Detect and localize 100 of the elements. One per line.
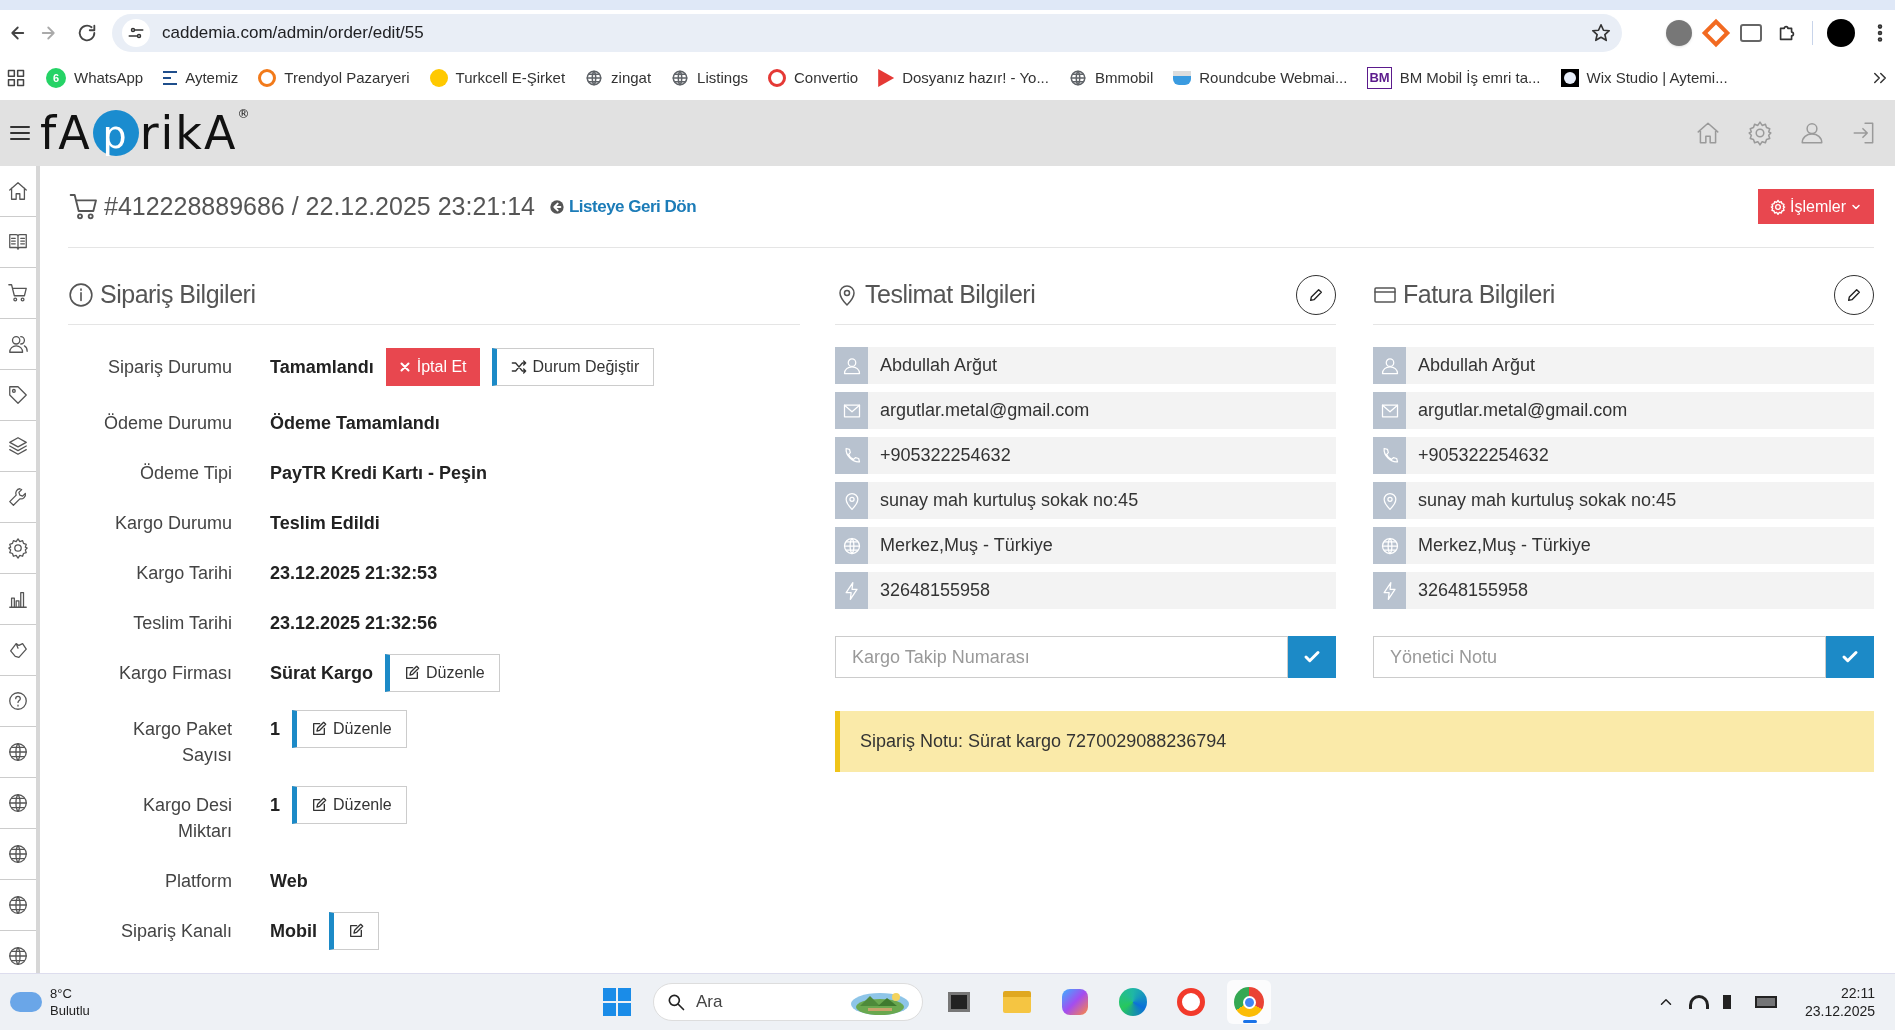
bookmark-link[interactable]: Roundcube Webmai... (1173, 66, 1348, 90)
tag-icon[interactable] (7, 384, 29, 406)
field-label: Ödeme Durumu (102, 412, 232, 435)
bookmark-link[interactable]: zingat (585, 66, 652, 90)
cancel-button[interactable]: İptal Et (385, 348, 480, 386)
cast-icon[interactable] (1740, 24, 1762, 42)
chrome-taskbar-icon[interactable] (1227, 980, 1271, 1024)
book-icon[interactable] (7, 231, 29, 253)
bookmark-link[interactable]: Wix Studio | Aytemi... (1560, 66, 1728, 90)
bookmark-star-icon[interactable] (1590, 22, 1612, 44)
bookmark-link[interactable]: Convertio (767, 66, 859, 90)
users-icon[interactable] (7, 333, 29, 355)
field-value: 1 (270, 794, 280, 817)
info-row: sunay mah kurtuluş sokak no:45 (1373, 482, 1874, 519)
layers-icon[interactable] (7, 435, 29, 457)
info-row: argutlar.metal@gmail.com (1373, 392, 1874, 429)
field-label: Sipariş Kanalı (119, 920, 232, 943)
submit-button[interactable] (1826, 636, 1874, 678)
user-icon (1379, 355, 1400, 376)
settings-icon[interactable] (7, 537, 29, 559)
info-row: 32648155958 (835, 572, 1336, 609)
pencil-icon (1308, 287, 1324, 303)
order-note: Sipariş Notu: Sürat kargo 7270029088236794 (835, 711, 1874, 772)
url-text: caddemia.com/admin/order/edit/55 (162, 22, 425, 45)
extension-icon[interactable] (1666, 20, 1692, 46)
field-label: Teslim Tarihi (132, 612, 232, 635)
info-row: +905322254632 (1373, 437, 1874, 474)
field-label: Kargo Paket Sayısı (131, 718, 232, 767)
search-field[interactable]: Ara (653, 983, 923, 1021)
close-icon (398, 361, 411, 373)
field-label: Kargo Durumu (113, 512, 232, 535)
field-value: Sürat Kargo (270, 662, 374, 685)
order-title: #412228889686 / 22.12.2025 23:21:14 (104, 190, 535, 222)
text-input[interactable]: Kargo Takip Numarası (835, 636, 1288, 678)
bookmark-link[interactable]: 6 WhatsApp (46, 66, 144, 90)
bookmark-link[interactable]: Aytemiz (163, 66, 239, 90)
edit-icon (348, 923, 364, 939)
field-value: 23.12.2025 21:32:56 (270, 612, 438, 635)
info-row: argutlar.metal@gmail.com (835, 392, 1336, 429)
field-value: Web (270, 870, 308, 893)
section-title: Fatura Bilgileri (1403, 279, 1555, 311)
field-label: Kargo Firması (117, 662, 232, 685)
shuffle-icon (510, 359, 527, 375)
reload-icon[interactable] (76, 22, 98, 44)
change-status-button[interactable]: Durum Değiştir (491, 348, 655, 386)
edit-button[interactable] (1834, 275, 1874, 315)
bookmark-link[interactable]: Turkcell E-Şirket (429, 66, 566, 90)
field-value: PayTR Kredi Kartı - Peşin (270, 462, 488, 485)
field-label: Ödeme Tipi (138, 462, 232, 485)
globe-icon (841, 535, 862, 556)
bookmark-link[interactable]: Listings (671, 66, 748, 90)
globe-icon[interactable] (7, 945, 29, 967)
help-icon[interactable] (7, 690, 29, 712)
globe-icon[interactable] (7, 792, 29, 814)
back-to-list-link[interactable]: Listeye Geri Dön (549, 193, 697, 220)
info-row: Merkez,Muş - Türkiye (835, 527, 1336, 564)
extension-icon[interactable] (1701, 18, 1731, 48)
edit-button[interactable]: Düzenle (385, 654, 500, 692)
text-input[interactable]: Yönetici Notu (1373, 636, 1826, 678)
actions-button[interactable]: İşlemler (1758, 189, 1874, 224)
home-icon[interactable] (7, 180, 29, 202)
faprika-logo[interactable]: fA p rikA® (40, 103, 256, 163)
field-value: Tamamlandı (270, 356, 374, 379)
edit-button[interactable] (1296, 275, 1336, 315)
info-row: Merkez,Muş - Türkiye (1373, 527, 1874, 564)
gear-icon (1770, 198, 1786, 215)
clock-date[interactable]: 23.12.2025 (1804, 1002, 1875, 1020)
field-label: Kargo Desi Miktarı (141, 794, 232, 843)
profile-avatar[interactable] (1827, 19, 1855, 47)
submit-button[interactable] (1288, 636, 1336, 678)
apps-icon[interactable] (6, 68, 26, 88)
globe-icon[interactable] (7, 894, 29, 916)
bookmark-link[interactable]: Bmmobil (1068, 66, 1154, 90)
field-label: Kargo Tarihi (135, 562, 232, 585)
clock-time[interactable]: 22:11 (1841, 984, 1875, 1002)
field-value: Ödeme Tamamlandı (270, 412, 440, 435)
bookmark-link[interactable]: Trendyol Pazaryeri (258, 66, 410, 90)
field-value: Teslim Edildi (270, 512, 380, 535)
battery-icon[interactable] (1754, 996, 1777, 1008)
edit-button[interactable]: Düzenle (292, 710, 407, 748)
weather-text: Bulutlu (50, 1002, 90, 1019)
field-value: 1 (270, 718, 280, 741)
globe-icon[interactable] (7, 843, 29, 865)
edit-icon (311, 721, 327, 737)
wrench-icon[interactable] (7, 486, 29, 508)
info-row: sunay mah kurtuluş sokak no:45 (835, 482, 1336, 519)
edit-icon (311, 797, 327, 813)
info-row: +905322254632 (835, 437, 1336, 474)
info-row: Abdullah Arğut (1373, 347, 1874, 384)
edit-icon (404, 665, 421, 681)
bm-logo: BM (1367, 67, 1392, 89)
cart-icon[interactable] (7, 282, 29, 304)
edit-button[interactable]: Düzenle (292, 786, 407, 824)
search-icon (666, 992, 686, 1012)
bookmark-link[interactable]: Dosyanız hazır! - Yo... (878, 66, 1049, 90)
address-bar[interactable]: caddemia.com/admin/order/edit/55 (112, 14, 1622, 52)
field-label: Platform (163, 870, 232, 893)
bookmark-link[interactable]: BM BM Mobil İş emri ta... (1367, 66, 1541, 90)
globe-icon[interactable] (7, 741, 29, 763)
info-icon (68, 282, 94, 308)
